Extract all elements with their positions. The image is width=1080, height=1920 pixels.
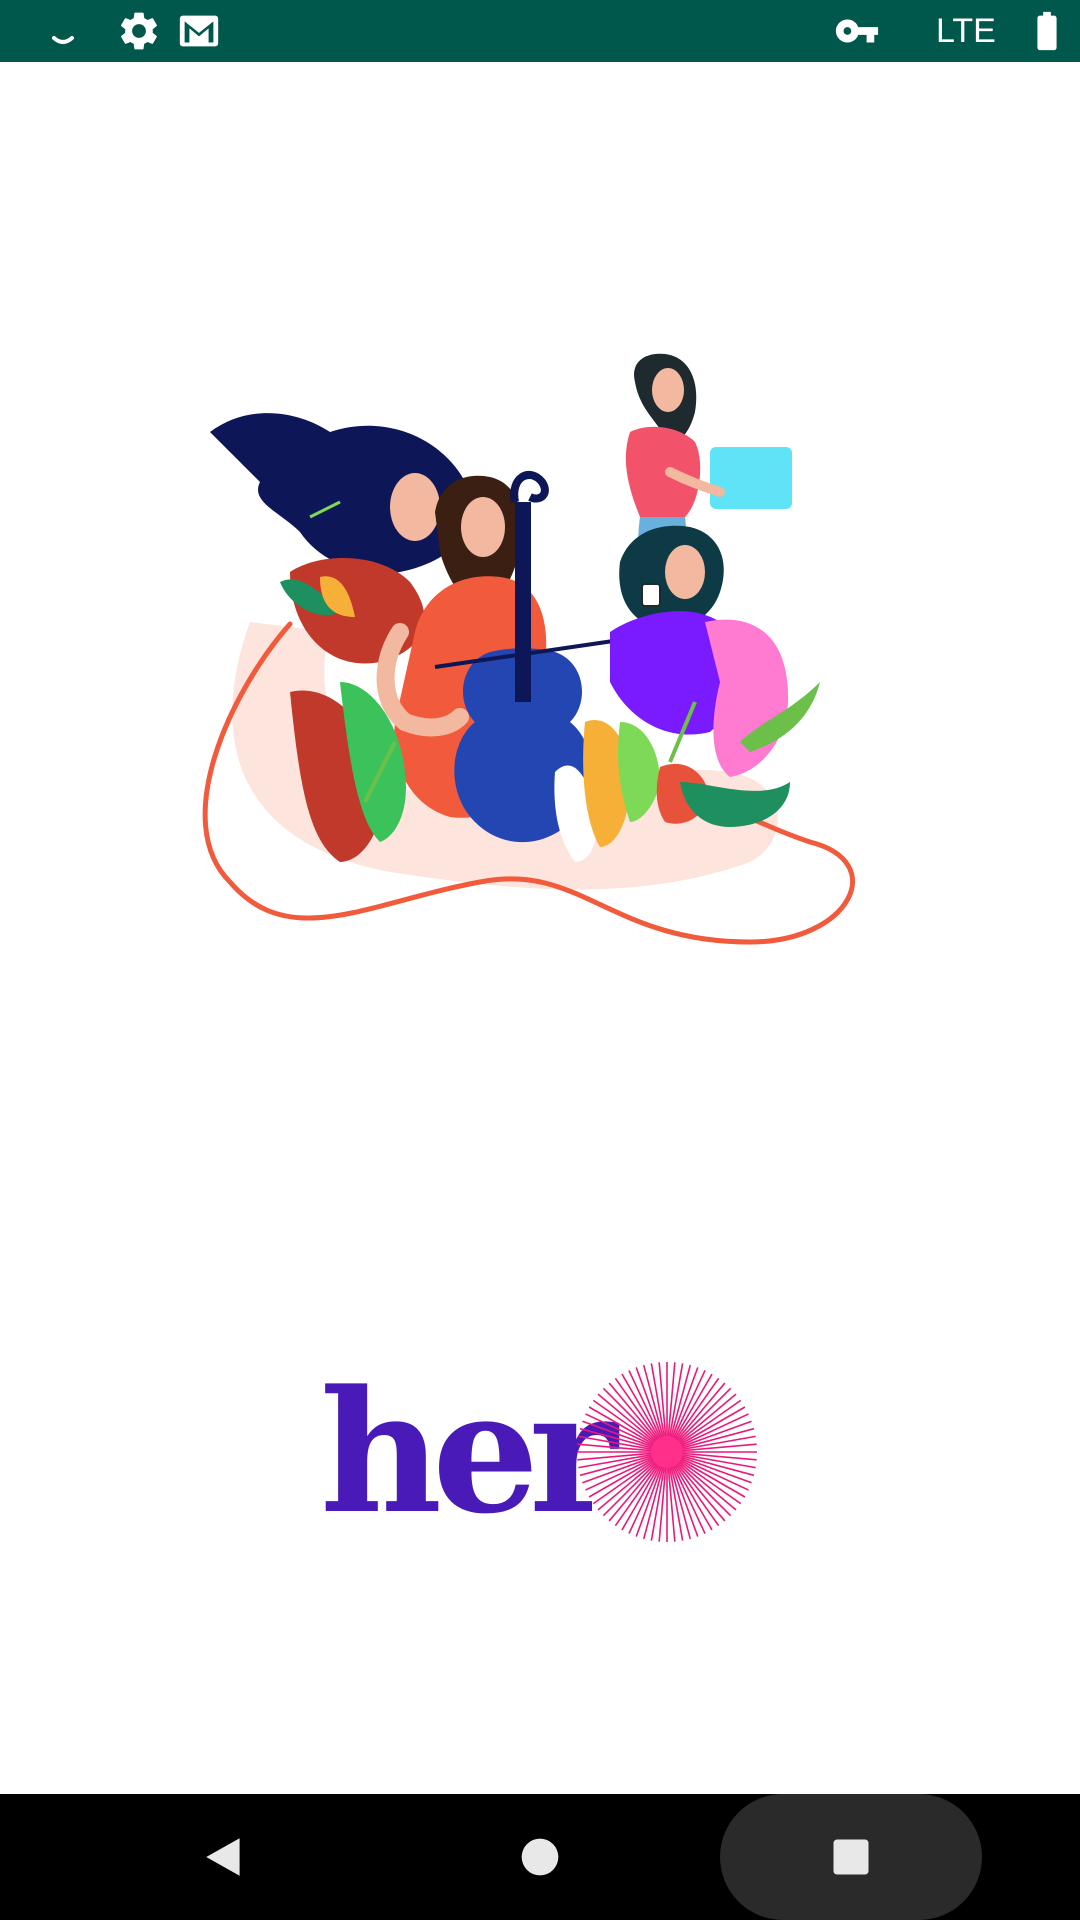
splash-content: her <box>0 62 1080 1794</box>
loading-indicator-icon <box>52 36 74 44</box>
status-bar: LTE <box>0 0 1080 62</box>
navigation-bar <box>0 1794 1080 1920</box>
home-button[interactable] <box>495 1794 585 1920</box>
gmail-icon <box>179 15 219 47</box>
app-screen: LTE her <box>0 0 1080 1920</box>
recents-icon <box>833 1839 869 1875</box>
logo-wordmark: her <box>320 1353 618 1551</box>
hero-logo: her <box>320 1347 760 1557</box>
battery-full-icon <box>1037 11 1057 51</box>
network-type-label: LTE <box>936 12 996 50</box>
back-icon <box>206 1838 240 1876</box>
recents-button[interactable] <box>806 1794 896 1920</box>
back-button[interactable] <box>180 1794 270 1920</box>
women-illustration <box>202 353 855 945</box>
logo-sunburst <box>577 1362 757 1542</box>
vpn-key-icon <box>835 19 879 43</box>
home-icon <box>521 1838 559 1876</box>
settings-gear-icon <box>121 12 157 50</box>
